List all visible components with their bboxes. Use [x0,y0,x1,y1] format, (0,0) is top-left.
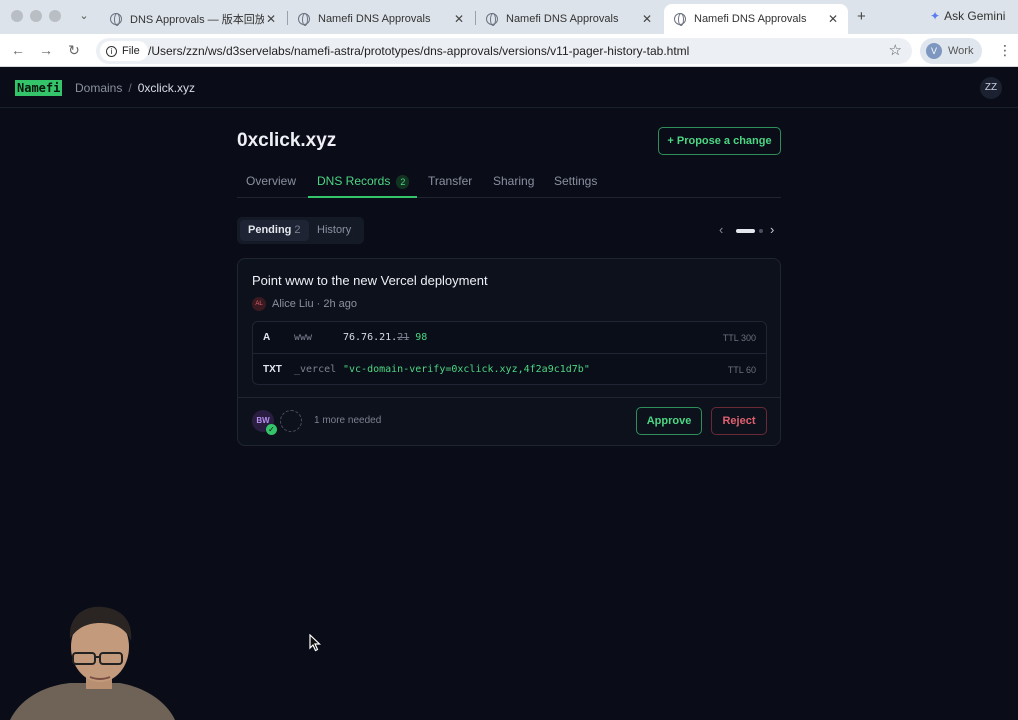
approved-check-icon: ✓ [266,424,277,435]
proposal-author: AL Alice Liu · 2h ago [252,297,357,311]
approvals-needed-text: 1 more needed [314,415,382,426]
site-info-chip[interactable]: i File [100,41,148,61]
window-zoom-button[interactable] [49,10,61,22]
browser-menu-icon[interactable]: ⋮ [998,42,1012,59]
file-chip-label: File [122,45,140,57]
profile-button[interactable]: V Work [920,38,982,64]
close-tab-icon[interactable]: ✕ [640,12,654,26]
record-type: TXT [263,364,282,375]
author-avatar: AL [252,297,266,311]
approval-footer: BW ✓ 1 more needed Approve Reject [238,397,780,445]
record-type: A [263,332,271,343]
proposal-card: Point www to the new Vercel deployment A… [237,258,781,446]
active-tab-indicator [308,196,417,198]
window-close-button[interactable] [11,10,23,22]
record-value-new: 98 [415,332,428,343]
pending-label: Pending [248,224,292,236]
mouse-cursor-icon [309,634,321,652]
breadcrumb-current: 0xclick.xyz [137,81,196,95]
record-ttl: TTL 60 [727,365,756,375]
history-segment[interactable]: History [309,220,359,241]
tab-dns-records-label: DNS Records [317,174,391,188]
close-tab-icon[interactable]: ✕ [826,12,840,26]
pending-segment[interactable]: Pending 2 [240,220,309,241]
ask-gemini-button[interactable]: ✦ Ask Gemini [930,9,1005,23]
address-bar[interactable]: i File /Users/zzn/ws/d3servelabs/namefi-… [96,38,912,64]
reject-button[interactable]: Reject [711,407,767,435]
pager-next-icon[interactable]: › [770,222,774,237]
domain-tabs: Overview DNS Records 2 Transfer Sharing S… [237,168,781,198]
record-row: TXT _vercel "vc-domain-verify=0xclick.xy… [253,353,766,384]
browser-tab[interactable]: DNS Approvals — 版本回放 ✕ [100,4,286,34]
profile-avatar: V [926,43,942,59]
browser-tab[interactable]: Namefi DNS Approvals ✕ [476,4,662,34]
pending-approver-slot [280,410,302,432]
browser-tab-title: DNS Approvals — 版本回放 [130,14,264,26]
reload-icon[interactable]: ↻ [65,41,83,59]
app-header: Namefi Domains / 0xclick.xyz ZZ [0,68,1018,108]
browser-tab-active[interactable]: Namefi DNS Approvals ✕ [664,4,848,34]
bookmark-star-icon[interactable]: ☆ [889,41,902,59]
globe-icon [674,13,686,26]
browser-tab-strip: ⌄ DNS Approvals — 版本回放 ✕ Namefi DNS Appr… [0,0,1018,34]
record-value-prefix: 76.76.21. [343,332,398,343]
breadcrumb: Domains / 0xclick.xyz [75,81,195,95]
profile-label: Work [948,45,974,57]
globe-icon [110,13,122,26]
tab-transfer[interactable]: Transfer [428,174,472,188]
tab-count-badge: 2 [396,175,410,189]
tab-sharing[interactable]: Sharing [493,174,534,188]
ask-gemini-label: Ask Gemini [944,9,1006,23]
browser-tab-title: Namefi DNS Approvals [694,13,807,25]
tab-settings[interactable]: Settings [554,174,597,188]
pager-prev-icon[interactable]: ‹ [719,222,723,237]
tab-search-chevron-icon[interactable]: ⌄ [76,8,92,24]
approve-button[interactable]: Approve [636,407,702,435]
record-name: www [294,332,313,343]
webcam-overlay [0,599,190,720]
breadcrumb-separator: / [128,81,132,95]
record-name: _vercel [294,364,337,375]
browser-tab-title: Namefi DNS Approvals [318,13,431,25]
tab-dns-records[interactable]: DNS Records 2 [317,174,410,189]
record-value: "vc-domain-verify=0xclick.xyz,4f2a9c1d7b… [343,364,590,375]
browser-toolbar: ← → ↻ i File /Users/zzn/ws/d3servelabs/n… [0,34,1018,67]
gemini-spark-icon: ✦ [930,9,941,23]
browser-tab-title: Namefi DNS Approvals [506,13,619,25]
pending-count: 2 [294,224,301,236]
url-text[interactable]: /Users/zzn/ws/d3servelabs/namefi-astra/p… [148,44,689,58]
pager-dot-current[interactable] [736,229,755,233]
pager-dot[interactable] [759,229,763,233]
info-icon: i [106,45,117,57]
breadcrumb-domains-link[interactable]: Domains [75,81,122,95]
author-name: Alice Liu [272,298,314,310]
namefi-logo[interactable]: Namefi [15,80,63,96]
record-changes: A www 76.76.21.21 98 TTL 300 TXT _vercel… [252,321,767,385]
propose-change-button[interactable]: + Propose a change [658,127,781,155]
globe-icon [298,13,310,26]
user-avatar[interactable]: ZZ [980,77,1002,99]
back-arrow-icon[interactable]: ← [9,41,27,59]
proposal-title: Point www to the new Vercel deployment [252,273,488,288]
record-row: A www 76.76.21.21 98 TTL 300 [253,322,766,353]
record-value: 76.76.21.21 98 [343,332,427,343]
new-tab-icon[interactable]: + [857,8,866,25]
browser-tab[interactable]: Namefi DNS Approvals ✕ [288,4,474,34]
page-title: 0xclick.xyz [237,130,337,151]
record-value-old: 21 [397,332,410,343]
app-viewport: Namefi Domains / 0xclick.xyz ZZ 0xclick.xy… [0,68,1018,720]
window-minimize-button[interactable] [30,10,42,22]
pending-history-toggle: Pending 2 History [237,217,364,244]
tab-overview[interactable]: Overview [246,174,296,188]
globe-icon [486,13,498,26]
record-ttl: TTL 300 [722,333,756,343]
close-tab-icon[interactable]: ✕ [264,12,278,26]
proposal-time: · 2h ago [316,298,358,310]
forward-arrow-icon[interactable]: → [37,41,55,59]
close-tab-icon[interactable]: ✕ [452,12,466,26]
